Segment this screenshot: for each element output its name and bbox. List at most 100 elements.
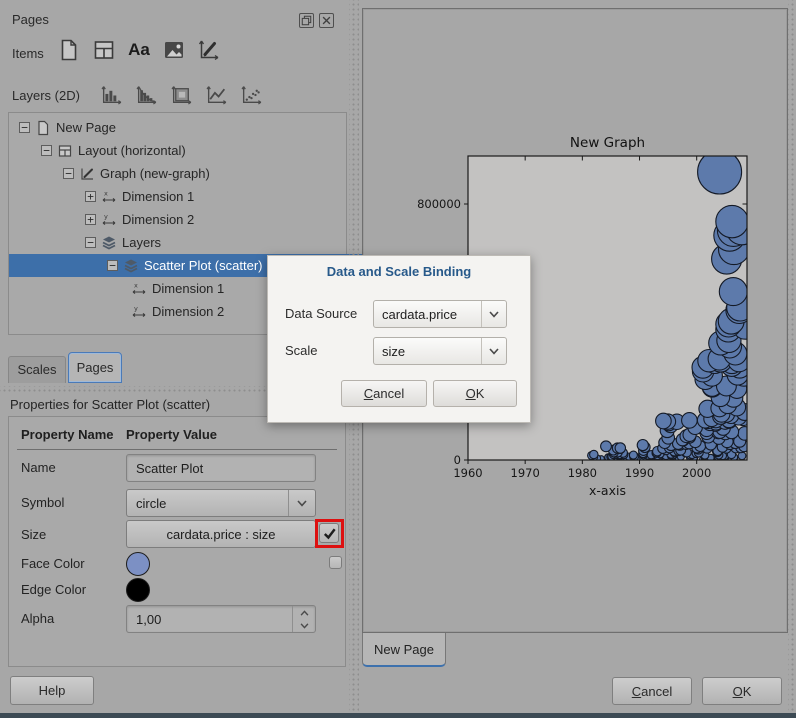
panel-float-button[interactable] — [299, 13, 314, 28]
symbol-dropdown[interactable]: circle — [126, 489, 316, 517]
spin-down-button[interactable] — [293, 619, 315, 632]
tree-item-new-page[interactable]: −New Page — [9, 116, 346, 139]
tree-item-layers[interactable]: −Layers — [9, 231, 346, 254]
line-plot-layer-button[interactable] — [203, 83, 229, 107]
new-page-button[interactable] — [56, 36, 82, 64]
tree-item-layout[interactable]: −Layout (horizontal) — [9, 139, 346, 162]
data-source-dropdown[interactable]: cardata.price — [373, 300, 507, 328]
scatter-plot-icon — [240, 85, 263, 106]
property-label-name: Name — [21, 460, 56, 475]
face-color-swatch[interactable] — [126, 552, 150, 576]
svg-text:1970: 1970 — [511, 466, 540, 480]
right-edge-separator[interactable] — [788, 0, 796, 713]
expand-expander[interactable]: + — [85, 214, 96, 225]
property-label-face-color: Face Color — [21, 556, 85, 571]
highlight-box — [315, 519, 344, 548]
panel-title: Pages — [12, 12, 49, 27]
items-toolbar: Aa — [56, 36, 222, 64]
data-scale-binding-dialog: Data and Scale Binding Data Source carda… — [267, 255, 531, 423]
data-source-label: Data Source — [285, 306, 357, 321]
page-icon — [35, 120, 51, 136]
x-dimension-icon — [131, 281, 147, 297]
property-label-symbol: Symbol — [21, 495, 64, 510]
x-dimension-icon — [101, 189, 117, 205]
new-graph-button[interactable] — [196, 36, 222, 64]
header-divider — [17, 449, 337, 450]
name-input[interactable]: Scatter Plot — [126, 454, 316, 482]
svg-text:0: 0 — [454, 453, 461, 467]
line-plot-icon — [205, 85, 228, 106]
scatter-layer-button[interactable] — [238, 83, 264, 107]
collapse-expander[interactable]: − — [63, 168, 74, 179]
column-header-property-name: Property Name — [21, 427, 113, 442]
edge-color-swatch[interactable] — [126, 578, 150, 602]
dialog-ok-button[interactable]: OK — [433, 380, 517, 407]
page-icon — [57, 38, 81, 62]
svg-text:2000: 2000 — [682, 466, 711, 480]
layers-icon — [101, 235, 117, 251]
svg-text:1980: 1980 — [568, 466, 597, 480]
graph-title: New Graph — [570, 135, 645, 151]
x-axis-label: x-axis — [589, 483, 626, 498]
alpha-spinner[interactable]: 1,00 — [126, 605, 316, 633]
svg-text:1990: 1990 — [625, 466, 654, 480]
ok-button[interactable]: OK — [702, 677, 782, 705]
graph-pencil-icon — [197, 38, 221, 62]
svg-text:800000: 800000 — [417, 197, 461, 211]
collapse-expander[interactable]: − — [19, 122, 30, 133]
expand-expander[interactable]: + — [85, 191, 96, 202]
dialog-title: Data and Scale Binding — [268, 264, 530, 279]
layers-2d-label: Layers (2D) — [12, 88, 80, 103]
layers-toolbar — [98, 83, 264, 107]
page-tab-new-page[interactable]: New Page — [362, 633, 446, 667]
scale-label: Scale — [285, 343, 318, 358]
y-dimension-icon — [101, 212, 117, 228]
image-icon — [162, 38, 186, 62]
new-text-button[interactable]: Aa — [126, 36, 152, 64]
collapse-expander[interactable]: − — [85, 237, 96, 248]
chevron-up-icon — [300, 610, 309, 616]
image-layer-button[interactable] — [168, 83, 194, 107]
tree-item-dimension-1[interactable]: +Dimension 1 — [9, 185, 346, 208]
tab-scales[interactable]: Scales — [8, 356, 66, 383]
new-layout-button[interactable] — [91, 36, 117, 64]
properties-table: Property Name Property Value Name Scatte… — [8, 416, 346, 667]
window-bottom-border — [0, 713, 796, 718]
help-button[interactable]: Help — [10, 676, 94, 705]
layout-icon — [57, 143, 73, 159]
scale-dropdown[interactable]: size — [373, 337, 507, 365]
collapse-expander[interactable]: − — [41, 145, 52, 156]
tab-pages[interactable]: Pages — [68, 352, 122, 383]
size-binding-button[interactable]: cardata.price : size — [126, 520, 316, 548]
chevron-down-icon — [481, 301, 506, 327]
histogram-icon — [135, 85, 158, 106]
bar-chart-icon — [100, 85, 123, 106]
float-icon — [301, 15, 312, 26]
tree-item-dimension-2[interactable]: +Dimension 2 — [9, 208, 346, 231]
chevron-down-icon — [300, 623, 309, 629]
spin-up-button[interactable] — [293, 606, 315, 619]
layers-icon — [123, 258, 139, 274]
panel-close-button[interactable] — [319, 13, 334, 28]
new-image-button[interactable] — [161, 36, 187, 64]
histogram-layer-button[interactable] — [133, 83, 159, 107]
property-label-edge-color: Edge Color — [21, 582, 86, 597]
svg-text:1960: 1960 — [453, 466, 482, 480]
property-label-alpha: Alpha — [21, 611, 54, 626]
properties-title: Properties for Scatter Plot (scatter) — [10, 397, 210, 412]
close-icon — [321, 15, 332, 26]
collapse-expander[interactable]: − — [107, 260, 118, 271]
text-icon: Aa — [128, 40, 150, 60]
dialog-cancel-button[interactable]: Cancel — [341, 380, 427, 407]
face-color-checkbox[interactable] — [329, 556, 342, 569]
chevron-down-icon — [288, 490, 315, 516]
items-label: Items — [12, 46, 44, 61]
image-plot-icon — [170, 85, 193, 106]
layout-icon — [92, 38, 116, 62]
cancel-button[interactable]: Cancel — [612, 677, 692, 705]
tree-item-graph[interactable]: −Graph (new-graph) — [9, 162, 346, 185]
bar-chart-layer-button[interactable] — [98, 83, 124, 107]
property-label-size: Size — [21, 527, 46, 542]
graph-icon — [79, 166, 95, 182]
chevron-down-icon — [481, 338, 506, 364]
